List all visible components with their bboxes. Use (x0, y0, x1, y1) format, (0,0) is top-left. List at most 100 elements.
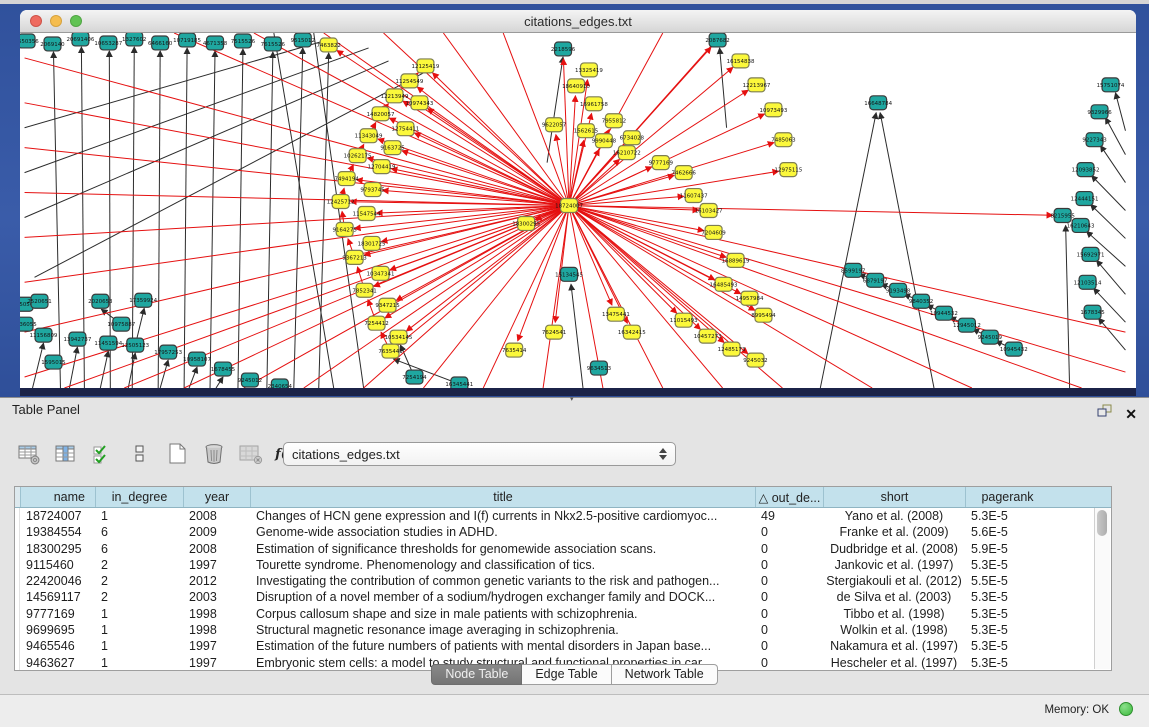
tab-network-table[interactable]: Network Table (612, 664, 718, 685)
table-cell: 6 (95, 524, 183, 540)
delete-table-icon[interactable] (238, 442, 264, 466)
table-cell: 5.3E-5 (965, 557, 1049, 573)
table-cell: 0 (755, 589, 823, 605)
zoom-window-button[interactable] (70, 15, 82, 27)
table-cell: 14569117 (20, 589, 95, 605)
minimize-window-button[interactable] (50, 15, 62, 27)
network-window[interactable]: citations_edges.txt 16503562069140206914… (20, 10, 1136, 388)
graph-edge (1091, 205, 1126, 239)
network-desktop: citations_edges.txt 16503562069140206914… (0, 0, 1149, 397)
graph-canvas[interactable]: 1650356206914020691406106532871327602646… (20, 33, 1136, 388)
graph-edge (1101, 146, 1126, 183)
column-options-icon[interactable] (53, 442, 79, 466)
table-cell: de Silva et al. (2003) (823, 589, 965, 605)
table-cell: 0 (755, 638, 823, 654)
table-cell: 1997 (183, 557, 250, 573)
graph-node-label: 7204609 (701, 230, 726, 236)
table-cell: Tibbo et al. (1998) (823, 606, 965, 622)
memory-ok-indicator-icon (1119, 702, 1133, 716)
graph-edge (267, 52, 273, 388)
column-header-name[interactable]: name (20, 487, 95, 507)
graph-node-label: 17957253 (154, 350, 182, 356)
table-row[interactable]: 911546021997Tourette syndrome. Phenomeno… (15, 557, 1111, 573)
close-window-button[interactable] (30, 15, 42, 27)
graph-node-label: 10534145 (385, 335, 413, 341)
graph-edge (1115, 93, 1125, 131)
table-selector-dropdown[interactable]: citations_edges.txt (283, 442, 676, 466)
graph-edge (216, 377, 223, 388)
table-selector-value: citations_edges.txt (292, 447, 659, 462)
graph-edge (1066, 225, 1070, 388)
table-cell: Disruption of a novel member of a sodium… (250, 589, 755, 605)
graph-node-label: 13325419 (575, 68, 603, 74)
graph-node-label: 11254549 (396, 79, 424, 85)
delete-column-icon[interactable] (201, 442, 227, 466)
window-titlebar[interactable]: citations_edges.txt (20, 10, 1136, 33)
citation-network-graph[interactable]: 1650356206914020691406106532871327602646… (20, 33, 1136, 388)
table-row[interactable]: 977716911998Corpus callosum shape and si… (15, 606, 1111, 622)
graph-edge (174, 33, 569, 206)
column-header-in-degree[interactable]: in_degree (95, 487, 183, 507)
table-cell: Genome-wide association studies in ADHD. (250, 524, 755, 540)
tab-node-table[interactable]: Node Table (431, 664, 522, 685)
table-cell: 2008 (183, 541, 250, 557)
table-vertical-scrollbar[interactable] (1094, 508, 1110, 669)
graph-node-label: 4671358 (203, 41, 228, 47)
table-cell: 9777169 (20, 606, 95, 622)
table-cell: Tourette syndrome. Phenomenology and cla… (250, 557, 755, 573)
dropdown-stepper-icon (659, 448, 667, 460)
graph-edge (158, 51, 160, 388)
float-panel-icon[interactable] (1097, 402, 1113, 426)
table-cell: 0 (755, 557, 823, 573)
graph-node-label: 12505123 (121, 343, 149, 349)
table-cell: 2008 (183, 508, 250, 524)
graph-node-label: 9163725 (380, 146, 404, 152)
clear-selection-icon[interactable] (127, 442, 153, 466)
graph-node-label: 16210643 (1067, 223, 1095, 229)
table-options-icon[interactable] (16, 442, 42, 466)
column-header-title[interactable]: title (250, 487, 755, 507)
graph-edge (433, 73, 569, 206)
graph-node-label: 2520651 (27, 299, 51, 305)
graph-node-label: 12485173 (718, 347, 746, 353)
table-row[interactable]: 1938455462009Genome-wide association stu… (15, 524, 1111, 540)
close-panel-icon[interactable]: ✕ (1125, 406, 1137, 422)
table-cell: 0 (755, 573, 823, 589)
new-column-icon[interactable] (164, 442, 190, 466)
graph-node-label: 9347215 (375, 303, 399, 309)
graph-node-label: 16345441 (445, 382, 473, 388)
graph-node-label: 9515012 (291, 38, 315, 44)
table-row[interactable]: 946554611997Estimation of the future num… (15, 638, 1111, 654)
graph-edge (25, 48, 369, 173)
table-cell: 1 (95, 606, 183, 622)
graph-edge (1099, 318, 1126, 350)
graph-edge (1106, 118, 1126, 155)
column-header-year[interactable]: year (183, 487, 250, 507)
table-row[interactable]: 1872400712008Changes of HCN gene express… (15, 508, 1111, 524)
graph-node-label: 12213967 (743, 83, 771, 89)
graph-node-label: 6466160 (148, 41, 173, 47)
table-row[interactable]: 969969511998Structural magnetic resonanc… (15, 622, 1111, 638)
desktop-top-strip (0, 0, 1149, 4)
table-row[interactable]: 2242004622012Investigating the contribut… (15, 573, 1111, 589)
table-cell: Dudbridge et al. (2008) (823, 541, 965, 557)
column-header-out-degree[interactable]: △ out_de... (755, 487, 823, 507)
graph-node-label: 12125419 (412, 64, 440, 70)
graph-node-label: 20691406 (66, 37, 94, 43)
graph-node-label: 7515526 (231, 39, 256, 45)
graph-node-label: 12975115 (774, 168, 802, 174)
column-header-pagerank[interactable]: pagerank (965, 487, 1049, 507)
table-row[interactable]: 1456911722003Disruption of a novel membe… (15, 589, 1111, 605)
tab-edge-table[interactable]: Edge Table (522, 664, 611, 685)
graph-node-label: 10945432 (1000, 347, 1028, 353)
column-header-short[interactable]: short (823, 487, 965, 507)
table-row[interactable]: 1830029562008Estimation of significance … (15, 541, 1111, 557)
scrollbar-thumb[interactable] (1097, 510, 1107, 536)
table-cell: 5.3E-5 (965, 606, 1049, 622)
graph-node-label: 1650356 (20, 39, 39, 45)
graph-node-label: 7494194 (334, 177, 359, 183)
graph-node-label: 10973493 (760, 108, 788, 114)
table-cell: 19384554 (20, 524, 95, 540)
graph-node-label: 16154838 (727, 59, 755, 65)
select-columns-icon[interactable] (90, 442, 116, 466)
